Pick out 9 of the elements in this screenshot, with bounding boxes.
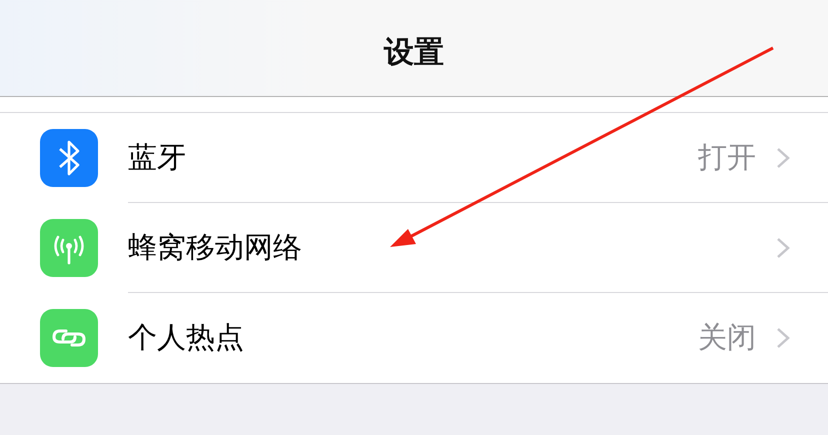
- chevron-icon: [776, 146, 790, 168]
- nav-title: 设置: [384, 34, 444, 72]
- row-label: 个人热点: [128, 319, 245, 356]
- row-label: 蜂窝移动网络: [128, 228, 303, 266]
- chevron-icon: [776, 236, 790, 258]
- row-value: 打开: [698, 138, 756, 176]
- chevron-icon: [776, 327, 790, 349]
- row-label: 蓝牙: [128, 138, 187, 176]
- row-value: 关闭: [698, 319, 756, 356]
